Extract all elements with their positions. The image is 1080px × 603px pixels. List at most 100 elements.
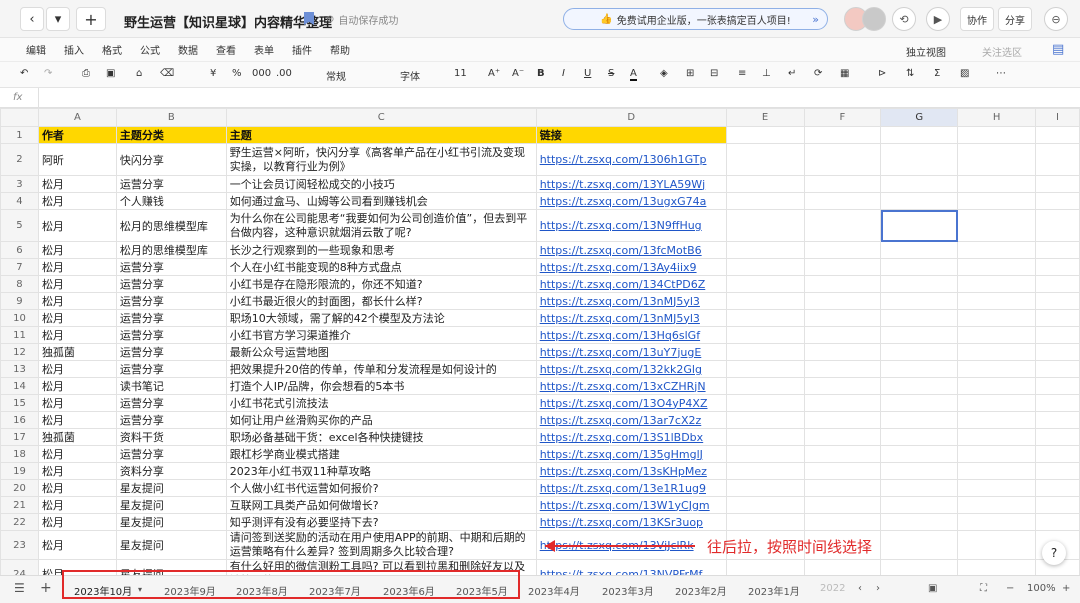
new-doc-button[interactable]: + <box>76 7 106 31</box>
empty-cell[interactable] <box>880 126 959 144</box>
number-format-select[interactable]: 常规 <box>326 68 346 83</box>
empty-cell[interactable] <box>957 192 1037 210</box>
empty-cell[interactable] <box>803 143 882 176</box>
empty-cell[interactable] <box>725 377 805 395</box>
empty-cell[interactable] <box>957 209 1037 242</box>
cell-author[interactable]: 松月 <box>37 530 117 560</box>
menu-item-form[interactable]: 表单 <box>254 42 274 57</box>
cell-category[interactable]: 资料干货 <box>115 428 227 446</box>
cell-category[interactable]: 运营分享 <box>115 292 227 310</box>
empty-cell[interactable] <box>1035 428 1080 446</box>
empty-cell[interactable] <box>957 309 1037 327</box>
empty-cell[interactable] <box>803 394 882 412</box>
cell-topic[interactable]: 一个让会员订阅轻松成交的小技巧 <box>225 175 537 193</box>
empty-cell[interactable] <box>725 326 805 344</box>
empty-cell[interactable] <box>803 411 882 429</box>
empty-cell[interactable] <box>880 559 959 575</box>
menu-item-formula[interactable]: 公式 <box>140 42 160 57</box>
cell-topic[interactable]: 小红书是存在隐形限流的，你还不知道? <box>225 275 537 293</box>
menu-item-view[interactable]: 查看 <box>216 42 236 57</box>
cell-category[interactable]: 星友提问 <box>115 530 227 560</box>
freeze-icon[interactable]: ▦ <box>840 68 849 79</box>
sheet-tab[interactable]: 2022 <box>820 583 845 594</box>
cell-author[interactable]: 作者 <box>37 126 117 144</box>
empty-cell[interactable] <box>803 462 882 480</box>
cell-topic[interactable]: 互联网工具类产品如何做增长? <box>225 496 537 514</box>
empty-cell[interactable] <box>803 192 882 210</box>
row-header[interactable]: 19 <box>0 462 39 480</box>
cell-link[interactable]: https://t.zsxq.com/13nMJ5yl3 <box>535 292 727 310</box>
empty-cell[interactable] <box>880 360 959 378</box>
cell-category[interactable]: 星友提问 <box>115 513 227 531</box>
merge-icon[interactable]: ⊟ <box>710 68 718 79</box>
cell-category[interactable]: 星友提问 <box>115 479 227 497</box>
font-color-button[interactable]: A <box>630 68 637 81</box>
cell-category[interactable]: 运营分享 <box>115 275 227 293</box>
paste-icon[interactable]: ▣ <box>106 68 115 79</box>
formula-bar[interactable]: fx <box>0 88 1080 108</box>
empty-cell[interactable] <box>803 343 882 361</box>
cell-topic[interactable]: 打造个人IP/品牌，你会想看的5本书 <box>225 377 537 395</box>
cell-author[interactable]: 独孤菌 <box>37 343 117 361</box>
zoom-level[interactable]: 100% <box>1027 583 1056 594</box>
cell-author[interactable]: 松月 <box>37 326 117 344</box>
empty-cell[interactable] <box>957 445 1037 463</box>
more-tools-icon[interactable]: ⋯ <box>996 68 1006 79</box>
empty-cell[interactable] <box>880 411 959 429</box>
undo-icon[interactable]: ↶ <box>20 68 28 79</box>
column-header[interactable]: I <box>1035 108 1080 127</box>
empty-cell[interactable] <box>880 192 959 210</box>
cell-link[interactable]: https://t.zsxq.com/13e1R1ug9 <box>535 479 727 497</box>
empty-cell[interactable] <box>880 496 959 514</box>
cell-topic[interactable]: 为什么你在公司能思考“我要如何为公司创造价值”，但去到平台做内容，这种意识就烟消… <box>225 209 537 242</box>
sheet-tab[interactable]: 2023年4月 <box>528 583 580 598</box>
row-header[interactable]: 15 <box>0 394 39 412</box>
cell-category[interactable]: 松月的思维模型库 <box>115 241 227 259</box>
cell-category[interactable]: 个人赚钱 <box>115 192 227 210</box>
valign-icon[interactable]: ⊥ <box>762 68 771 79</box>
empty-cell[interactable] <box>1035 126 1080 144</box>
empty-cell[interactable] <box>725 479 805 497</box>
row-header[interactable]: 4 <box>0 192 39 210</box>
empty-cell[interactable] <box>725 360 805 378</box>
cell-link[interactable]: https://t.zsxq.com/132kk2Glg <box>535 360 727 378</box>
row-header[interactable]: 16 <box>0 411 39 429</box>
empty-cell[interactable] <box>1035 143 1080 176</box>
cell-category[interactable]: 快闪分享 <box>115 143 227 176</box>
cell-category[interactable]: 松月的思维模型库 <box>115 209 227 242</box>
focus-selection-button[interactable]: 关注选区 <box>982 44 1022 59</box>
layout-icon[interactable]: ▣ <box>928 583 937 594</box>
cell-category[interactable]: 运营分享 <box>115 411 227 429</box>
standalone-view-button[interactable]: 独立视图 <box>906 44 946 59</box>
row-header[interactable]: 10 <box>0 309 39 327</box>
empty-cell[interactable] <box>1035 394 1080 412</box>
row-header[interactable]: 20 <box>0 479 39 497</box>
fill-color-icon[interactable]: ◈ <box>660 68 668 79</box>
empty-cell[interactable] <box>725 445 805 463</box>
row-header[interactable]: 9 <box>0 292 39 310</box>
rotate-icon[interactable]: ⟳ <box>814 68 822 79</box>
row-header[interactable]: 6 <box>0 241 39 259</box>
cell-author[interactable]: 松月 <box>37 360 117 378</box>
row-header[interactable]: 22 <box>0 513 39 531</box>
empty-cell[interactable] <box>803 445 882 463</box>
menu-item-edit[interactable]: 编辑 <box>26 42 46 57</box>
empty-cell[interactable] <box>880 343 959 361</box>
empty-cell[interactable] <box>1035 513 1080 531</box>
eraser-icon[interactable]: ⌫ <box>160 68 174 79</box>
empty-cell[interactable] <box>725 126 805 144</box>
cell-topic[interactable]: 个人做小红书代运营如何报价? <box>225 479 537 497</box>
empty-cell[interactable] <box>957 462 1037 480</box>
cell-author[interactable]: 松月 <box>37 394 117 412</box>
sort-icon[interactable]: ⇅ <box>906 68 914 79</box>
menu-item-format[interactable]: 格式 <box>102 42 122 57</box>
history-icon[interactable]: ⟲ <box>892 7 916 31</box>
empty-cell[interactable] <box>803 479 882 497</box>
empty-cell[interactable] <box>803 496 882 514</box>
spreadsheet-grid[interactable]: A B C D E F G H I 1 作者 主题分类 主题 链接 2 阿昕 快闪分享 野生运营… <box>0 108 1080 575</box>
decrease-font-icon[interactable]: A⁻ <box>512 68 524 79</box>
empty-cell[interactable] <box>1035 275 1080 293</box>
cell-category[interactable]: 运营分享 <box>115 343 227 361</box>
comment-icon[interactable]: ▤ <box>1052 42 1064 57</box>
empty-cell[interactable] <box>880 462 959 480</box>
